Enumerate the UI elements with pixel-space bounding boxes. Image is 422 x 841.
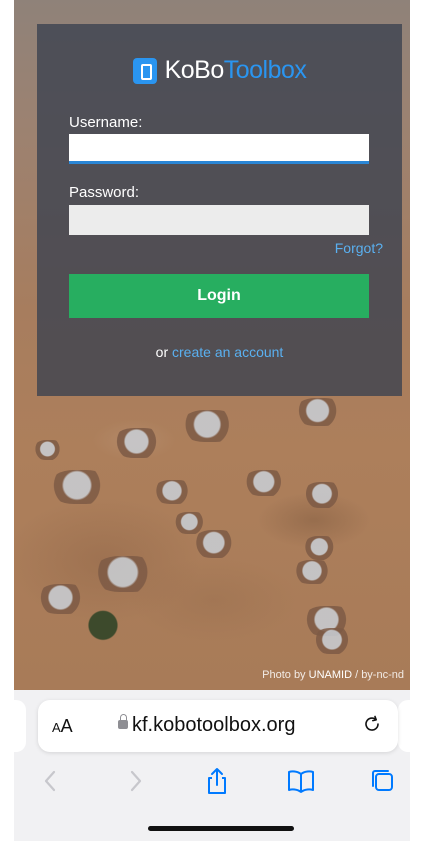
create-account-link[interactable]: create an account [172,344,283,360]
back-icon[interactable] [36,766,66,796]
hut-shape [294,560,334,584]
address-bar[interactable]: AA kf.kobotoolbox.org [38,700,398,752]
kobotoolbox-logo: KoBoToolbox [37,56,402,85]
previous-tab-peek[interactable] [14,700,26,752]
login-panel: KoBoToolbox Username: Password: Forgot? … [37,24,402,396]
forgot-password-link[interactable]: Forgot? [335,240,383,256]
photo-credit-license: / by-nc-nd [355,669,404,681]
text-size-small-a: A [52,720,61,735]
share-icon[interactable] [202,766,232,796]
hut-shape [314,628,354,654]
hut-shape [304,482,344,508]
home-indicator[interactable] [148,826,294,831]
hut-shape [194,530,238,558]
photo-credit-author-link[interactable]: UNAMID [309,669,352,681]
hut-shape [296,398,344,426]
next-tab-peek[interactable] [398,700,410,752]
tabs-icon[interactable] [368,766,398,796]
safari-bottom-bar: AA kf.kobotoolbox.org [14,690,410,841]
hut-shape [304,536,338,560]
logo-text-kobo: KoBo [164,56,225,84]
username-input[interactable] [69,134,369,164]
text-size-button[interactable]: AA [52,716,73,737]
hut-shape [154,480,194,504]
photo-credit: Photo by UNAMID / by-nc-nd [262,669,404,681]
reload-icon[interactable] [362,714,382,734]
username-label: Username: [69,114,143,131]
hut-shape [34,440,64,460]
url-text[interactable]: kf.kobotoolbox.org [132,714,295,737]
logo-wordmark: KoBoToolbox [165,56,307,85]
kobo-logo-icon [132,57,157,84]
hut-shape [50,470,110,504]
safari-toolbar [14,766,410,802]
signup-prefix: or [155,344,169,360]
signup-prompt: or create an account [37,344,402,360]
hut-shape [244,470,288,496]
forward-icon[interactable] [120,766,150,796]
text-size-large-a: A [60,716,73,736]
lock-icon [118,714,128,729]
password-input[interactable] [69,205,369,235]
bookmarks-icon[interactable] [286,766,316,796]
hut-shape [182,410,238,442]
hut-shape [114,428,164,458]
login-button[interactable]: Login [69,274,369,318]
phone-screen: Photo by UNAMID / by-nc-nd KoBoToolbox U… [14,0,410,841]
hut-shape [94,556,158,592]
hut-shape [38,584,88,614]
password-label: Password: [69,184,140,201]
logo-text-toolbox: Toolbox [223,56,307,84]
tree-shape [86,610,120,644]
photo-credit-prefix: Photo by [262,669,306,681]
